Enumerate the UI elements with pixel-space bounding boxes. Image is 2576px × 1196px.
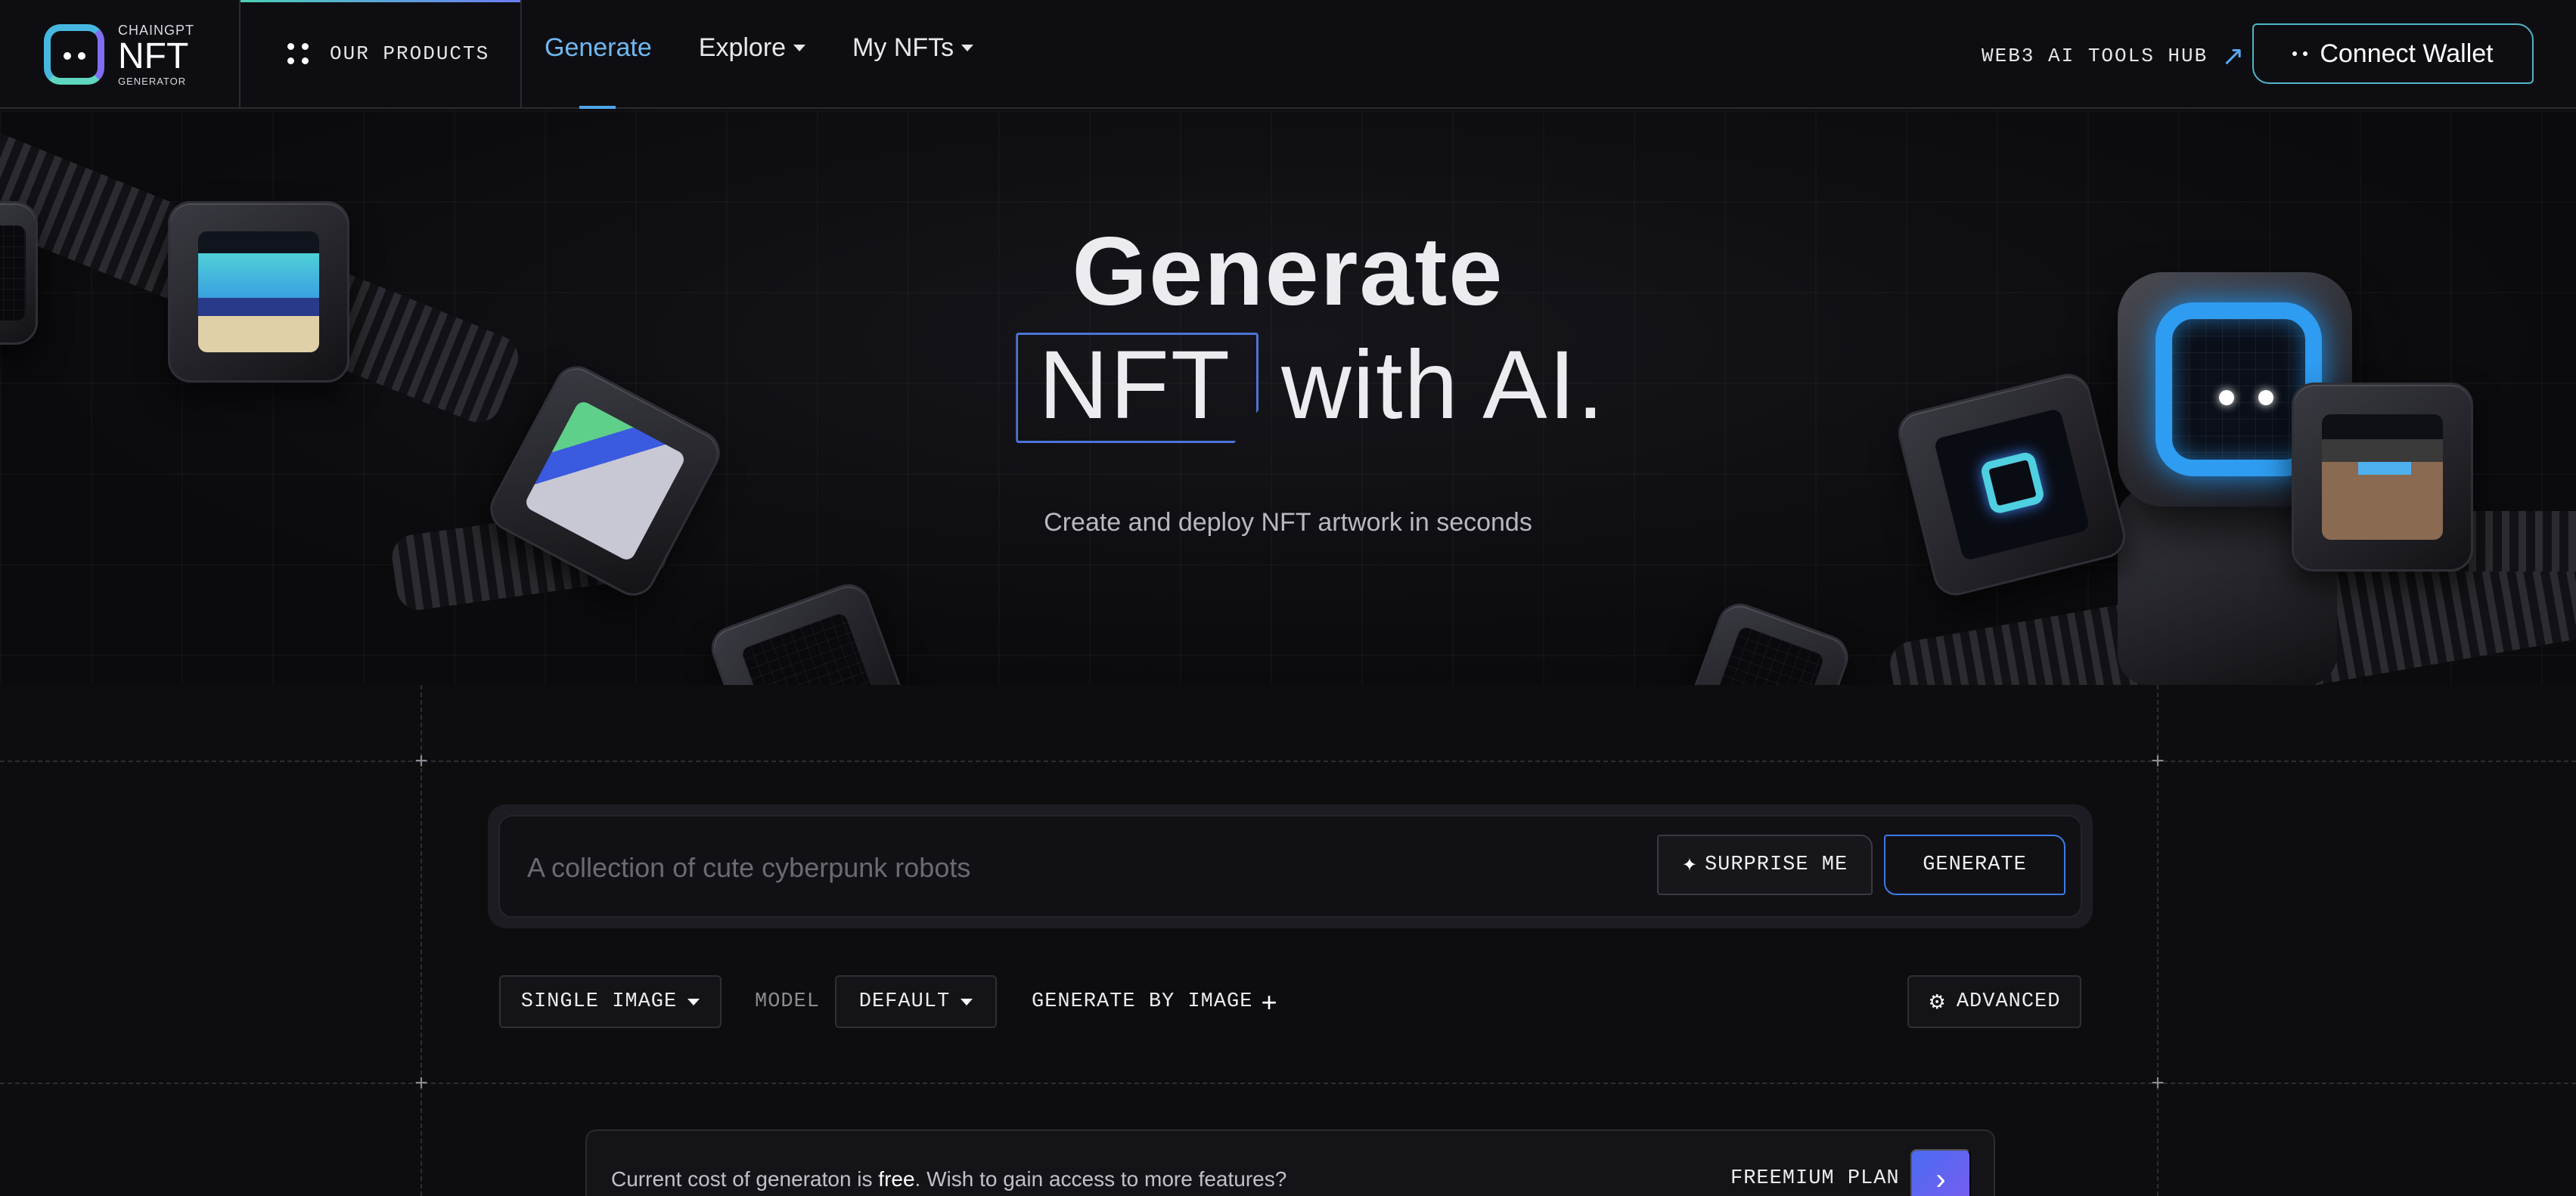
prompt-panel: ✦ SURPRISE ME GENERATE	[488, 804, 2093, 928]
surprise-me-button[interactable]: ✦ SURPRISE ME	[1657, 835, 1873, 895]
grid-line	[0, 761, 2576, 762]
brand-line3: GENERATOR	[118, 75, 187, 87]
connect-wallet-label: Connect Wallet	[2320, 39, 2494, 68]
brand-line1: CHAINGPT	[118, 22, 195, 38]
hero-section: Generate NFT with AI. Create and deploy …	[0, 110, 2576, 685]
cost-value: free	[878, 1167, 915, 1191]
hero-title-line1: Generate	[1072, 218, 1504, 326]
plus-marker-icon: +	[414, 748, 428, 773]
advanced-label: ADVANCED	[1956, 990, 2061, 1013]
prompt-input[interactable]	[527, 845, 1586, 891]
nav-link-my-nfts[interactable]: My NFTs	[852, 33, 974, 63]
connect-wallet-button[interactable]: Connect Wallet	[2252, 23, 2534, 84]
advanced-button[interactable]: ⚙ ADVANCED	[1907, 975, 2081, 1028]
model-select[interactable]: DEFAULT	[835, 975, 997, 1028]
magic-wand-icon: ✦	[1681, 854, 1697, 875]
nav-divider	[239, 0, 241, 109]
chevron-down-icon	[687, 998, 700, 1005]
hero-title-highlight: NFT	[1016, 330, 1254, 441]
gear-icon: ⚙	[1928, 990, 1946, 1013]
chevron-down-icon	[961, 998, 973, 1005]
plan-label: FREEMIUM PLAN	[1730, 1167, 1900, 1190]
generation-cost-text: Current cost of generaton is free. Wish …	[611, 1167, 1287, 1191]
image-mode-select[interactable]: SINGLE IMAGE	[499, 975, 722, 1028]
our-products-label: OUR PRODUCTS	[330, 42, 490, 65]
plus-marker-icon: +	[2151, 1071, 2165, 1095]
brand-logo[interactable]: CHAINGPT NFT GENERATOR	[44, 21, 195, 88]
hero-title-rest: with AI.	[1281, 331, 1606, 439]
active-tab-indicator	[579, 106, 616, 109]
chevron-down-icon	[961, 45, 974, 51]
surprise-me-label: SURPRISE ME	[1704, 854, 1848, 876]
web3-tools-hub-link[interactable]: WEB3 AI TOOLS HUB ↗	[1982, 42, 2244, 70]
nav-link-explore[interactable]: Explore	[699, 33, 806, 63]
brand-line2: NFT	[118, 36, 189, 76]
main-nav: Generate Explore My NFTs	[545, 33, 974, 63]
our-products-button[interactable]: OUR PRODUCTS	[287, 42, 489, 65]
prompt-box: ✦ SURPRISE ME GENERATE	[498, 815, 2082, 918]
generate-by-image-label[interactable]: GENERATE BY IMAGE	[1032, 990, 1252, 1013]
plan-banner: Current cost of generaton is free. Wish …	[585, 1129, 1995, 1196]
nav-accent-line	[241, 0, 520, 2]
generate-button[interactable]: GENERATE	[1884, 835, 2065, 895]
two-dots-icon	[2292, 51, 2308, 56]
upgrade-plan-button[interactable]: ›	[1910, 1149, 1971, 1196]
chevron-down-icon	[793, 45, 806, 51]
hub-label: WEB3 AI TOOLS HUB	[1982, 45, 2208, 67]
nav-divider	[520, 0, 522, 109]
nft-cube-bottom-right	[1685, 597, 1854, 685]
hero-title-line2: NFT with AI.	[23, 330, 2576, 441]
arrow-up-right-icon: ↗	[2221, 40, 2245, 71]
plus-marker-icon: +	[414, 1071, 428, 1095]
plus-marker-icon: +	[2151, 748, 2165, 773]
generate-label: GENERATE	[1923, 854, 2027, 876]
nav-link-generate[interactable]: Generate	[545, 33, 652, 63]
nft-cube-bottom	[705, 578, 914, 685]
chevron-right-icon: ›	[1935, 1162, 1946, 1196]
top-nav: CHAINGPT NFT GENERATOR OUR PRODUCTS Gene…	[0, 0, 2576, 109]
grid-dots-icon	[287, 43, 309, 64]
logo-robot-icon	[44, 24, 104, 85]
model-label: MODEL	[755, 990, 821, 1013]
model-value: DEFAULT	[858, 990, 951, 1013]
add-image-icon[interactable]: +	[1252, 986, 1286, 1019]
image-mode-value: SINGLE IMAGE	[520, 990, 678, 1013]
hero-subtitle: Create and deploy NFT artwork in seconds	[1044, 508, 1532, 537]
grid-line	[0, 1083, 2576, 1084]
